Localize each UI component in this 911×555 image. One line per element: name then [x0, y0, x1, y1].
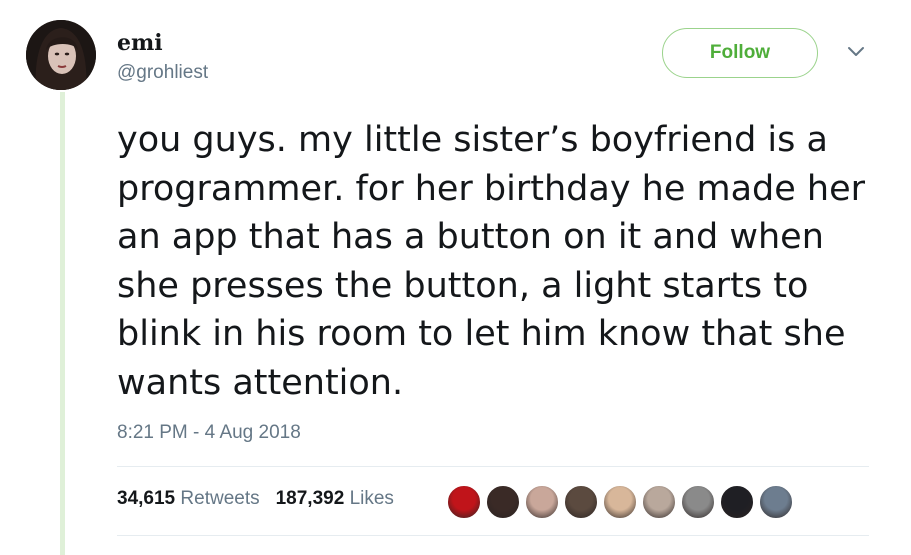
- retweets-label: Retweets: [180, 488, 260, 509]
- display-name[interactable]: emi: [117, 30, 163, 56]
- chevron-down-icon[interactable]: [846, 44, 866, 60]
- retweets-stat[interactable]: 34,615 Retweets: [117, 488, 260, 510]
- tweet-text: you guys. my little sister’s boyfriend i…: [117, 120, 866, 403]
- divider: [117, 535, 869, 536]
- thread-line: [60, 92, 65, 555]
- liker-avatar-6[interactable]: [641, 484, 677, 520]
- liker-avatar-4[interactable]: [563, 484, 599, 520]
- username[interactable]: @grohliest: [117, 62, 208, 84]
- liker-avatar-1[interactable]: [446, 484, 482, 520]
- liker-avatar-2[interactable]: [485, 484, 521, 520]
- likers-avatars: [446, 484, 794, 520]
- likes-count: 187,392: [275, 488, 345, 509]
- tweet-timestamp[interactable]: 8:21 PM - 4 Aug 2018: [117, 422, 301, 444]
- retweets-count: 34,615: [117, 488, 176, 509]
- liker-avatar-5[interactable]: [602, 484, 638, 520]
- liker-avatar-3[interactable]: [524, 484, 560, 520]
- divider: [117, 466, 869, 467]
- likes-stat[interactable]: 187,392 Likes: [276, 488, 394, 510]
- avatar[interactable]: [26, 20, 96, 90]
- follow-button[interactable]: Follow: [662, 28, 818, 78]
- liker-avatar-8[interactable]: [719, 484, 755, 520]
- likes-label: Likes: [349, 488, 394, 509]
- avatar-photo: [26, 20, 96, 90]
- liker-avatar-7[interactable]: [680, 484, 716, 520]
- tweet-stats: 34,615 Retweets 187,392 Likes: [117, 488, 394, 510]
- liker-avatar-9[interactable]: [758, 484, 794, 520]
